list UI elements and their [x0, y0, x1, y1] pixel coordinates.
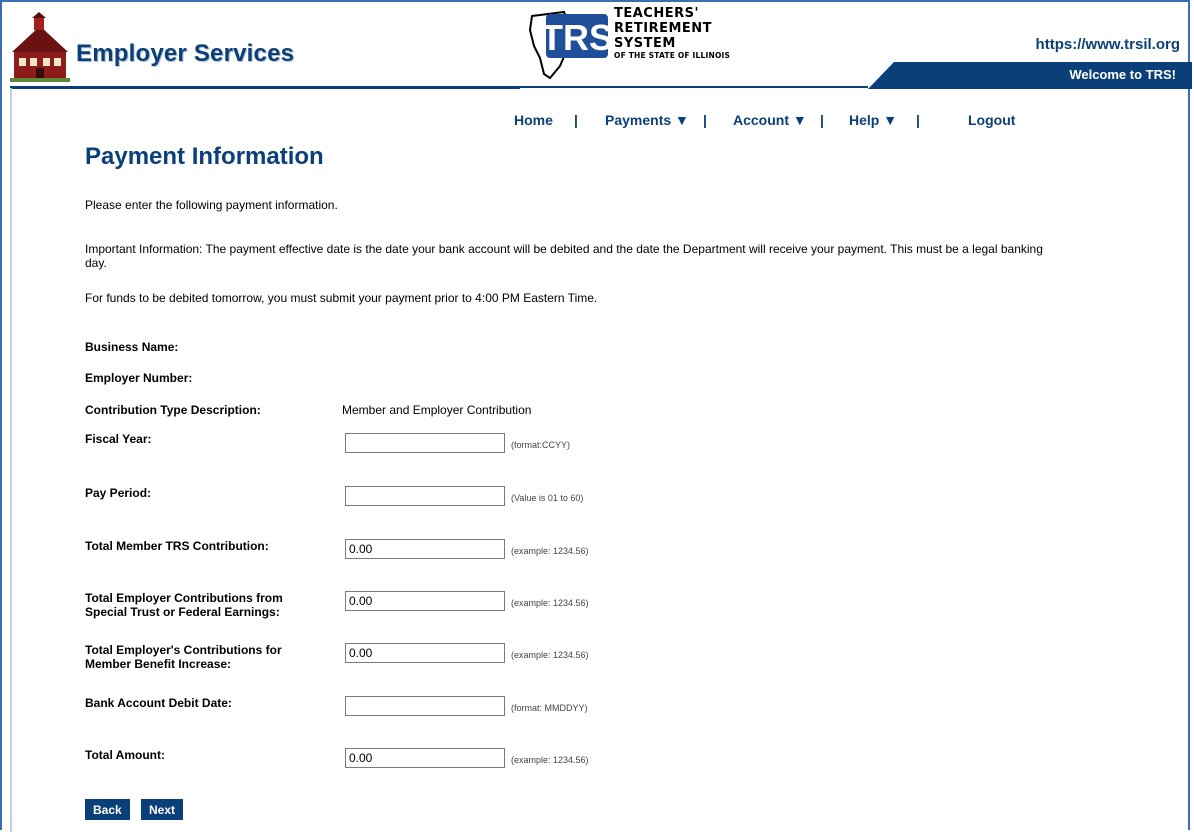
- total-amount-label: Total Amount:: [85, 748, 165, 762]
- total-amount-input[interactable]: [345, 748, 505, 768]
- page-frame: Employer Services TRS TEACHERS' RETIREME…: [0, 0, 1192, 832]
- trs-logo-text: TRS: [541, 17, 613, 58]
- back-button[interactable]: Back: [85, 799, 130, 820]
- debit-date-hint: (format: MMDDYY): [511, 703, 588, 713]
- debit-date-label: Bank Account Debit Date:: [85, 696, 232, 710]
- trs-name-line1: TEACHERS': [614, 6, 699, 21]
- page-title: Payment Information: [85, 143, 324, 170]
- trs-name-line3: SYSTEM: [614, 36, 676, 51]
- pay-period-label: Pay Period:: [85, 486, 152, 500]
- nav-account[interactable]: Account ▼: [733, 112, 807, 128]
- trs-name-line4: OF THE STATE OF ILLINOIS: [614, 51, 731, 60]
- fiscal-year-hint: (format:CCYY): [511, 440, 571, 450]
- member-trs-label: Total Member TRS Contribution:: [85, 539, 269, 553]
- employer-number-label: Employer Number:: [85, 371, 193, 385]
- contribution-type-value: Member and Employer Contribution: [342, 403, 532, 417]
- benefit-increase-label: Total Employer's Contributions for Membe…: [85, 643, 282, 671]
- nav-logout[interactable]: Logout: [968, 112, 1015, 128]
- illinois-map-icon: TRS: [528, 10, 613, 80]
- contribution-type-label: Contribution Type Description:: [85, 403, 261, 417]
- member-trs-hint: (example: 1234.56): [511, 546, 589, 556]
- fiscal-year-input[interactable]: [345, 433, 505, 453]
- welcome-text: Welcome to TRS!: [1069, 67, 1176, 82]
- welcome-banner: Welcome to TRS!: [868, 62, 1192, 89]
- header-rule-center: [520, 86, 868, 88]
- main-nav: Home | Payments ▼ | Account ▼ | Help ▼ |…: [2, 112, 1192, 132]
- intro-text: Please enter the following payment infor…: [85, 198, 338, 212]
- nav-separator: |: [703, 112, 707, 128]
- special-trust-input[interactable]: [345, 591, 505, 611]
- pay-period-hint: (Value is 01 to 60): [511, 493, 584, 503]
- total-amount-hint: (example: 1234.56): [511, 755, 589, 765]
- benefit-increase-input[interactable]: [345, 643, 505, 663]
- special-trust-label: Total Employer Contributions from Specia…: [85, 591, 283, 619]
- header: Employer Services TRS TEACHERS' RETIREME…: [2, 2, 1192, 89]
- trs-logo: TRS TEACHERS' RETIREMENT SYSTEM OF THE S…: [524, 6, 764, 84]
- debit-date-input[interactable]: [345, 696, 505, 716]
- trs-name-line2: RETIREMENT: [614, 21, 713, 36]
- nav-separator: |: [916, 112, 920, 128]
- fiscal-year-label: Fiscal Year:: [85, 432, 152, 446]
- schoolhouse-icon: [10, 12, 70, 82]
- nav-help[interactable]: Help ▼: [849, 112, 897, 128]
- nav-separator: |: [574, 112, 578, 128]
- app-title: Employer Services: [76, 40, 295, 67]
- next-button[interactable]: Next: [141, 799, 184, 820]
- site-url-link[interactable]: https://www.trsil.org: [1036, 36, 1180, 53]
- pay-period-input[interactable]: [345, 486, 505, 506]
- nav-separator: |: [820, 112, 824, 128]
- benefit-increase-hint: (example: 1234.56): [511, 650, 589, 660]
- nav-home[interactable]: Home: [514, 112, 553, 128]
- business-name-label: Business Name:: [85, 340, 179, 354]
- member-trs-input[interactable]: [345, 539, 505, 559]
- special-trust-hint: (example: 1234.56): [511, 598, 589, 608]
- nav-payments[interactable]: Payments ▼: [605, 112, 689, 128]
- header-rule: [10, 86, 520, 89]
- important-info-text: Important Information: The payment effec…: [85, 242, 1043, 270]
- left-rule: [10, 88, 12, 832]
- funds-note-text: For funds to be debited tomorrow, you mu…: [85, 291, 598, 305]
